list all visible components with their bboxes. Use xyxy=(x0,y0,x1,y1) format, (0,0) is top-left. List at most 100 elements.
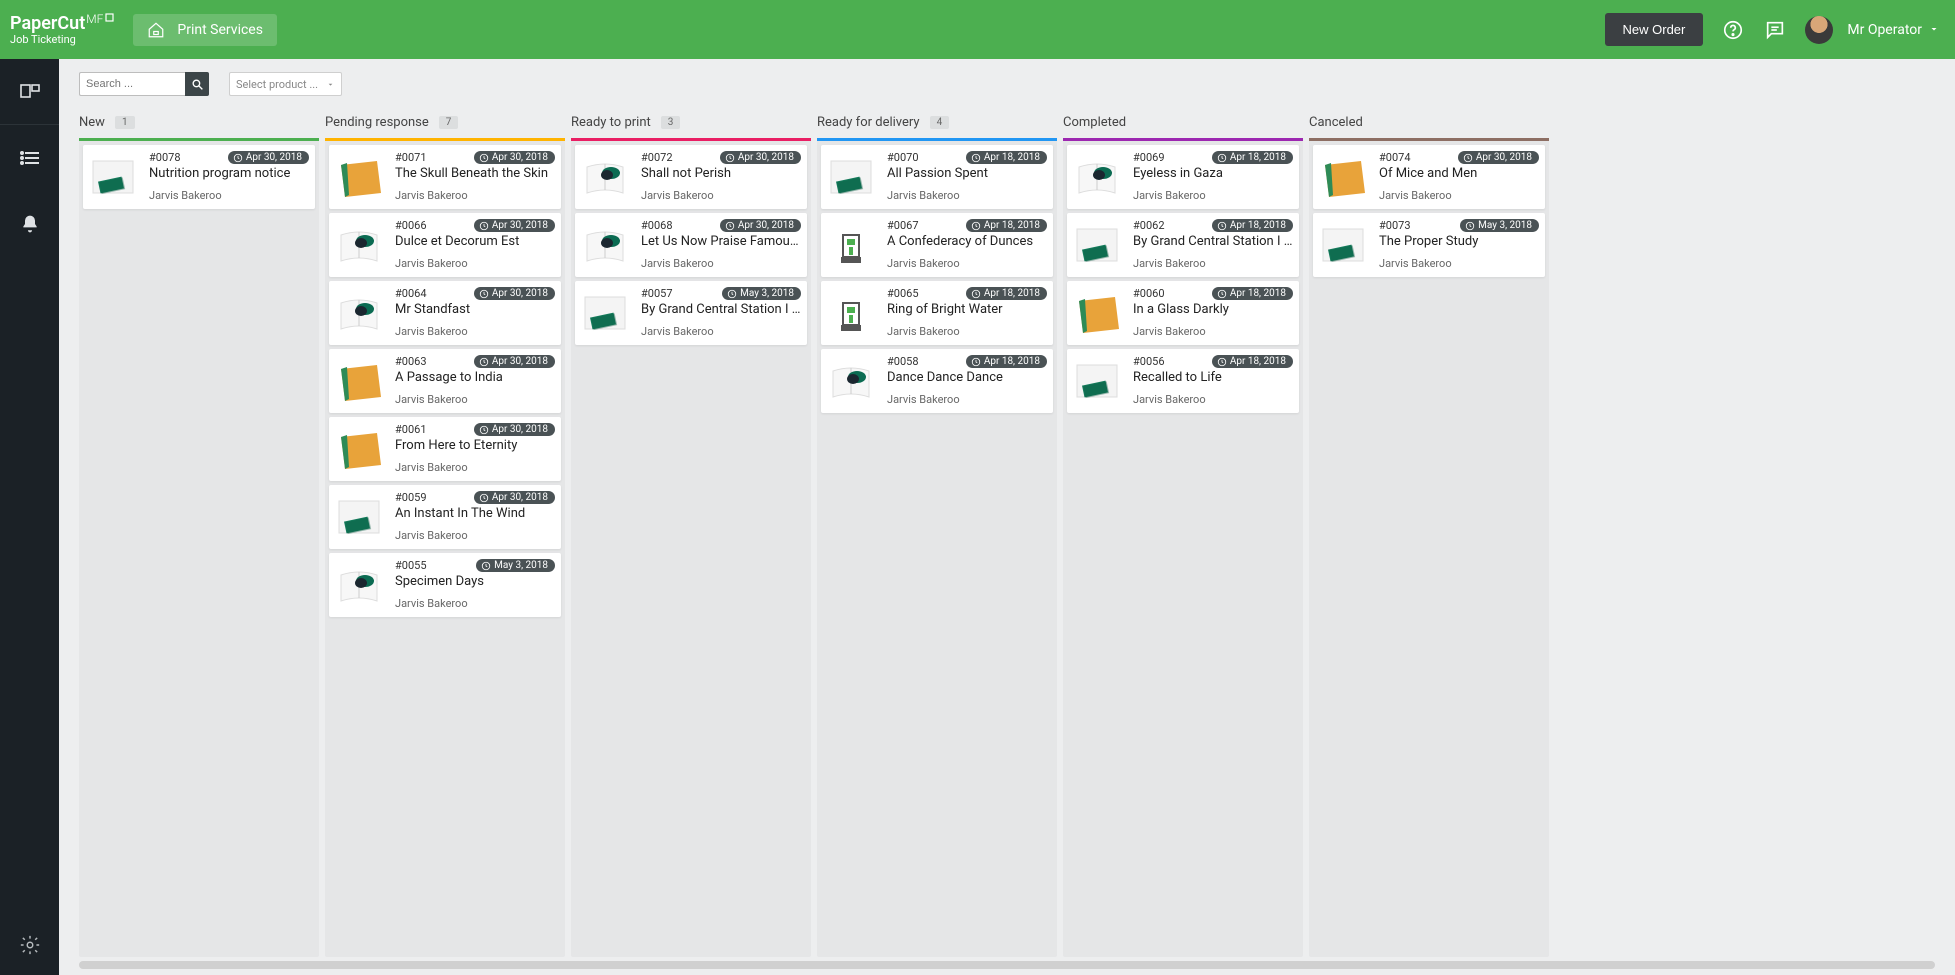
home-icon xyxy=(147,21,165,39)
ticket-date-badge: Apr 30, 2018 xyxy=(474,491,555,504)
clock-icon xyxy=(1463,153,1473,163)
ticket-card[interactable]: #0078Apr 30, 2018Nutrition program notic… xyxy=(83,145,315,209)
ticket-user: Jarvis Bakeroo xyxy=(395,597,555,610)
ticket-thumbnail xyxy=(1067,287,1127,339)
user-menu-chevron-icon[interactable] xyxy=(1928,20,1940,39)
ticket-id: #0058 xyxy=(887,355,919,368)
ticket-id: #0061 xyxy=(395,423,427,436)
clock-icon xyxy=(727,289,737,299)
ticket-thumbnail xyxy=(329,151,389,203)
kanban-board: New1#0078Apr 30, 2018Nutrition program n… xyxy=(59,109,1955,957)
user-name: Mr Operator xyxy=(1847,22,1922,38)
sidebar-list-view[interactable] xyxy=(0,125,59,191)
ticket-thumbnail xyxy=(329,491,389,543)
ticket-card[interactable]: #0064Apr 30, 2018Mr StandfastJarvis Bake… xyxy=(329,281,561,345)
ticket-card[interactable]: #0065Apr 18, 2018Ring of Bright WaterJar… xyxy=(821,281,1053,345)
ticket-thumbnail xyxy=(329,355,389,407)
column-title: Ready to print xyxy=(571,115,651,130)
column-count: 4 xyxy=(930,116,950,129)
ticket-id: #0073 xyxy=(1379,219,1411,232)
clock-icon xyxy=(479,153,489,163)
ticket-user: Jarvis Bakeroo xyxy=(395,257,555,270)
ticket-card[interactable]: #0066Apr 30, 2018Dulce et Decorum EstJar… xyxy=(329,213,561,277)
ticket-id: #0062 xyxy=(1133,219,1165,232)
clock-icon xyxy=(971,357,981,367)
ticket-user: Jarvis Bakeroo xyxy=(641,189,801,202)
ticket-title: Shall not Perish xyxy=(641,166,801,181)
clock-icon xyxy=(1217,153,1227,163)
ticket-date-badge: May 3, 2018 xyxy=(1460,219,1539,232)
user-avatar[interactable] xyxy=(1805,16,1833,44)
ticket-id: #0056 xyxy=(1133,355,1165,368)
ticket-date-badge: Apr 18, 2018 xyxy=(966,219,1047,232)
ticket-card[interactable]: #0060Apr 18, 2018In a Glass DarklyJarvis… xyxy=(1067,281,1299,345)
ticket-card[interactable]: #0072Apr 30, 2018Shall not PerishJarvis … xyxy=(575,145,807,209)
column-count: 7 xyxy=(439,116,459,129)
ticket-card[interactable]: #0071Apr 30, 2018The Skull Beneath the S… xyxy=(329,145,561,209)
column-title: Pending response xyxy=(325,115,429,130)
ticket-card[interactable]: #0073May 3, 2018The Proper StudyJarvis B… xyxy=(1313,213,1545,277)
ticket-card[interactable]: #0063Apr 30, 2018A Passage to IndiaJarvi… xyxy=(329,349,561,413)
ticket-title: In a Glass Darkly xyxy=(1133,302,1293,317)
help-icon[interactable] xyxy=(1721,18,1745,42)
horizontal-scrollbar[interactable] xyxy=(79,961,1935,969)
clock-icon xyxy=(481,561,491,571)
ticket-title: The Skull Beneath the Skin xyxy=(395,166,555,181)
column-count: 1 xyxy=(115,116,135,129)
search-input[interactable] xyxy=(79,72,185,96)
column-completed: Completed#0069Apr 18, 2018Eyeless in Gaz… xyxy=(1063,109,1303,957)
ticket-title: Of Mice and Men xyxy=(1379,166,1539,181)
column-ready-to-print: Ready to print3#0072Apr 30, 2018Shall no… xyxy=(571,109,811,957)
ticket-thumbnail xyxy=(575,287,635,339)
sidebar-settings[interactable] xyxy=(0,915,59,975)
ticket-thumbnail xyxy=(821,151,881,203)
brand-logo: PaperCutMF Job Ticketing xyxy=(10,13,115,46)
ticket-card[interactable]: #0055May 3, 2018Specimen DaysJarvis Bake… xyxy=(329,553,561,617)
ticket-user: Jarvis Bakeroo xyxy=(395,325,555,338)
ticket-card[interactable]: #0058Apr 18, 2018Dance Dance DanceJarvis… xyxy=(821,349,1053,413)
ticket-card[interactable]: #0057May 3, 2018By Grand Central Station… xyxy=(575,281,807,345)
ticket-user: Jarvis Bakeroo xyxy=(1133,393,1293,406)
ticket-card[interactable]: #0068Apr 30, 2018Let Us Now Praise Famou… xyxy=(575,213,807,277)
clock-icon xyxy=(479,357,489,367)
ticket-card[interactable]: #0067Apr 18, 2018A Confederacy of Dunces… xyxy=(821,213,1053,277)
ticket-title: Specimen Days xyxy=(395,574,555,589)
ticket-thumbnail xyxy=(821,355,881,407)
ticket-date-badge: Apr 30, 2018 xyxy=(474,287,555,300)
column-header: Pending response 7 xyxy=(325,109,565,138)
ticket-card[interactable]: #0070Apr 18, 2018All Passion SpentJarvis… xyxy=(821,145,1053,209)
ticket-user: Jarvis Bakeroo xyxy=(1133,257,1293,270)
ticket-thumbnail xyxy=(329,423,389,475)
ticket-id: #0072 xyxy=(641,151,673,164)
print-services-button[interactable]: Print Services xyxy=(133,14,277,46)
ticket-date-badge: Apr 18, 2018 xyxy=(966,355,1047,368)
new-order-button[interactable]: New Order xyxy=(1605,13,1704,46)
chevron-down-icon xyxy=(326,80,335,89)
ticket-card[interactable]: #0074Apr 30, 2018Of Mice and MenJarvis B… xyxy=(1313,145,1545,209)
ticket-card[interactable]: #0069Apr 18, 2018Eyeless in GazaJarvis B… xyxy=(1067,145,1299,209)
ticket-card[interactable]: #0056Apr 18, 2018Recalled to LifeJarvis … xyxy=(1067,349,1299,413)
ticket-card[interactable]: #0059Apr 30, 2018An Instant In The WindJ… xyxy=(329,485,561,549)
clock-icon xyxy=(479,221,489,231)
sidebar-notifications[interactable] xyxy=(0,191,59,257)
ticket-id: #0063 xyxy=(395,355,427,368)
ticket-id: #0060 xyxy=(1133,287,1165,300)
ticket-user: Jarvis Bakeroo xyxy=(395,393,555,406)
ticket-card[interactable]: #0061Apr 30, 2018From Here to EternityJa… xyxy=(329,417,561,481)
ticket-date-badge: Apr 30, 2018 xyxy=(474,423,555,436)
ticket-user: Jarvis Bakeroo xyxy=(395,461,555,474)
search-button[interactable] xyxy=(185,72,209,96)
ticket-card[interactable]: #0062Apr 18, 2018By Grand Central Statio… xyxy=(1067,213,1299,277)
column-cards: #0078Apr 30, 2018Nutrition program notic… xyxy=(79,141,319,213)
chat-icon[interactable] xyxy=(1763,18,1787,42)
ticket-user: Jarvis Bakeroo xyxy=(641,325,801,338)
product-select[interactable]: Select product ... xyxy=(229,72,342,96)
clock-icon xyxy=(479,493,489,503)
clock-icon xyxy=(971,221,981,231)
ticket-user: Jarvis Bakeroo xyxy=(1379,189,1539,202)
app-header: PaperCutMF Job Ticketing Print Services … xyxy=(0,0,1955,59)
ticket-thumbnail xyxy=(83,151,143,203)
ticket-user: Jarvis Bakeroo xyxy=(1133,325,1293,338)
sidebar-board-view[interactable] xyxy=(0,59,59,125)
column-cards: #0070Apr 18, 2018All Passion SpentJarvis… xyxy=(817,141,1057,417)
